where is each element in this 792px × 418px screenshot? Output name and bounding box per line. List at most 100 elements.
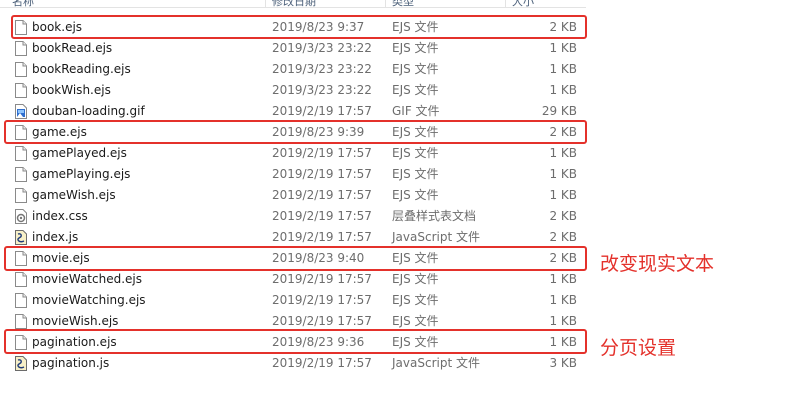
blank-file-icon xyxy=(15,314,27,329)
file-name: bookReading.ejs xyxy=(32,62,131,76)
column-header-size[interactable]: 大小 xyxy=(512,0,534,7)
file-name: gamePlayed.ejs xyxy=(32,146,127,160)
file-date: 2019/8/23 9:40 xyxy=(272,251,365,265)
image-file-icon xyxy=(15,104,27,119)
file-size: 2 KB xyxy=(549,20,577,34)
blank-file-icon xyxy=(15,146,27,161)
file-row[interactable]: movieWatched.ejs 2019/2/19 17:57 EJS 文件 1 K… xyxy=(0,269,586,290)
annotation-pagination: 分页设置 xyxy=(600,337,677,359)
file-type: EJS 文件 xyxy=(392,335,439,349)
file-date: 2019/8/23 9:39 xyxy=(272,125,365,139)
file-date: 2019/2/19 17:57 xyxy=(272,104,372,118)
js-file-icon xyxy=(15,356,27,371)
file-row[interactable]: movie.ejs 2019/8/23 9:40 EJS 文件 2 KB xyxy=(0,248,586,269)
file-size: 1 KB xyxy=(549,188,577,202)
file-name: movieWish.ejs xyxy=(32,314,119,328)
file-name: movie.ejs xyxy=(32,251,90,265)
file-type: EJS 文件 xyxy=(392,146,439,160)
blank-file-icon xyxy=(15,83,27,98)
file-date: 2019/2/19 17:57 xyxy=(272,188,372,202)
blank-file-icon xyxy=(15,335,27,350)
file-date: 2019/8/23 9:37 xyxy=(272,20,365,34)
file-row[interactable]: index.js 2019/2/19 17:57 JavaScript 文件 2 KB xyxy=(0,227,586,248)
blank-file-icon xyxy=(15,293,27,308)
file-type: EJS 文件 xyxy=(392,293,439,307)
file-row[interactable]: gamePlaying.ejs 2019/2/19 17:57 EJS 文件 1 KB xyxy=(0,164,586,185)
css-file-icon xyxy=(15,209,27,224)
file-date: 2019/2/19 17:57 xyxy=(272,314,372,328)
file-type: GIF 文件 xyxy=(392,104,440,118)
column-divider[interactable] xyxy=(265,0,266,7)
file-size: 1 KB xyxy=(549,335,577,349)
file-type: JavaScript 文件 xyxy=(392,356,480,370)
blank-file-icon xyxy=(15,167,27,182)
blank-file-icon xyxy=(15,251,27,266)
file-size: 2 KB xyxy=(549,209,577,223)
column-header-name[interactable]: 名称 xyxy=(12,0,34,7)
file-date: 2019/3/23 23:22 xyxy=(272,83,372,97)
blank-file-icon xyxy=(15,188,27,203)
file-size: 2 KB xyxy=(549,251,577,265)
file-date: 2019/2/19 17:57 xyxy=(272,146,372,160)
file-size: 1 KB xyxy=(549,314,577,328)
file-size: 1 KB xyxy=(549,41,577,55)
column-header-date[interactable]: 修改日期 xyxy=(272,0,316,7)
file-row[interactable]: index.css 2019/2/19 17:57 层叠样式表文档 2 KB xyxy=(0,206,586,227)
column-divider[interactable] xyxy=(505,0,506,7)
file-type: 层叠样式表文档 xyxy=(392,209,477,223)
file-type: EJS 文件 xyxy=(392,251,439,265)
file-size: 3 KB xyxy=(549,356,577,370)
file-name: movieWatched.ejs xyxy=(32,272,142,286)
file-name: douban-loading.gif xyxy=(32,104,145,118)
file-row[interactable]: gamePlayed.ejs 2019/2/19 17:57 EJS 文件 1 KB xyxy=(0,143,586,164)
file-row[interactable]: bookReading.ejs 2019/3/23 23:22 EJS 文件 1 KB xyxy=(0,59,586,80)
file-size: 1 KB xyxy=(549,146,577,160)
column-header-bar: 名称 修改日期 类型 大小 xyxy=(0,0,586,8)
file-date: 2019/2/19 17:57 xyxy=(272,167,372,181)
file-date: 2019/3/23 23:22 xyxy=(272,41,372,55)
file-row[interactable]: movieWatching.ejs 2019/2/19 17:57 EJS 文件 1 … xyxy=(0,290,586,311)
file-row[interactable]: movieWish.ejs 2019/2/19 17:57 EJS 文件 1 KB xyxy=(0,311,586,332)
file-row[interactable]: pagination.js 2019/2/19 17:57 JavaScript 文… xyxy=(0,353,586,374)
file-date: 2019/2/19 17:57 xyxy=(272,356,372,370)
file-date: 2019/3/23 23:22 xyxy=(272,62,372,76)
blank-file-icon xyxy=(15,20,27,35)
file-name: movieWatching.ejs xyxy=(32,293,146,307)
file-date: 2019/2/19 17:57 xyxy=(272,230,372,244)
file-type: EJS 文件 xyxy=(392,314,439,328)
file-row[interactable]: pagination.ejs 2019/8/23 9:36 EJS 文件 1 KB xyxy=(0,332,586,353)
file-type: EJS 文件 xyxy=(392,20,439,34)
js-file-icon xyxy=(15,230,27,245)
file-row[interactable]: bookRead.ejs 2019/3/23 23:22 EJS 文件 1 KB xyxy=(0,38,586,59)
file-name: bookRead.ejs xyxy=(32,41,113,55)
file-row[interactable]: gameWish.ejs 2019/2/19 17:57 EJS 文件 1 KB xyxy=(0,185,586,206)
column-divider[interactable] xyxy=(385,0,386,7)
file-name: gameWish.ejs xyxy=(32,188,116,202)
file-type: EJS 文件 xyxy=(392,41,439,55)
blank-file-icon xyxy=(15,41,27,56)
file-type: EJS 文件 xyxy=(392,167,439,181)
file-row[interactable]: douban-loading.gif 2019/2/19 17:57 GIF 文件 2… xyxy=(0,101,586,122)
file-date: 2019/2/19 17:57 xyxy=(272,209,372,223)
file-size: 2 KB xyxy=(549,230,577,244)
file-row[interactable]: game.ejs 2019/8/23 9:39 EJS 文件 2 KB xyxy=(0,122,586,143)
blank-file-icon xyxy=(15,62,27,77)
file-size: 2 KB xyxy=(549,125,577,139)
file-size: 1 KB xyxy=(549,83,577,97)
file-size: 1 KB xyxy=(549,293,577,307)
file-type: EJS 文件 xyxy=(392,188,439,202)
blank-file-icon xyxy=(15,125,27,140)
file-name: gamePlaying.ejs xyxy=(32,167,131,181)
file-type: EJS 文件 xyxy=(392,83,439,97)
column-header-type[interactable]: 类型 xyxy=(392,0,414,7)
file-row[interactable]: bookWish.ejs 2019/3/23 23:22 EJS 文件 1 KB xyxy=(0,80,586,101)
file-size: 1 KB xyxy=(549,62,577,76)
file-type: JavaScript 文件 xyxy=(392,230,480,244)
file-explorer: 名称 修改日期 类型 大小 book.ejs 2019/8/23 9:37 EJS … xyxy=(0,0,792,418)
file-name: book.ejs xyxy=(32,20,83,34)
file-name: pagination.ejs xyxy=(32,335,117,349)
file-name: game.ejs xyxy=(32,125,87,139)
file-name: index.js xyxy=(32,230,79,244)
file-row[interactable]: book.ejs 2019/8/23 9:37 EJS 文件 2 KB xyxy=(0,17,586,38)
file-size: 29 KB xyxy=(541,104,577,118)
